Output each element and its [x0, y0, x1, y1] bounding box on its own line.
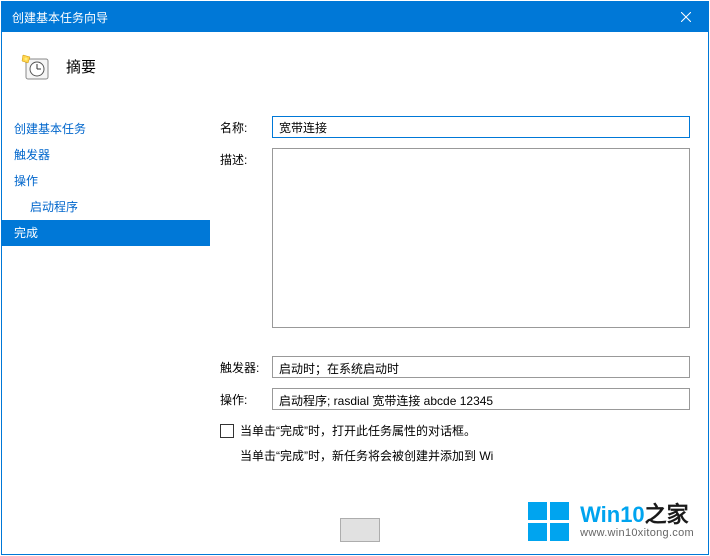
name-input[interactable] [272, 116, 690, 138]
sidebar-item-action[interactable]: 操作 [2, 168, 210, 194]
sidebar-item-start-program[interactable]: 启动程序 [2, 194, 210, 220]
action-label: 操作: [220, 388, 272, 408]
name-label: 名称: [220, 116, 272, 136]
window-title: 创建基本任务向导 [12, 9, 663, 26]
task-clock-icon [20, 51, 52, 83]
watermark-url: www.win10xitong.com [580, 527, 694, 539]
open-properties-checkbox[interactable] [220, 424, 234, 438]
titlebar: 创建基本任务向导 [2, 2, 708, 32]
action-value: 启动程序; rasdial 宽带连接 abcde 12345 [272, 388, 690, 410]
description-input[interactable] [272, 148, 690, 328]
trigger-label: 触发器: [220, 356, 272, 376]
close-button[interactable] [663, 2, 708, 32]
close-icon [681, 12, 691, 22]
description-label: 描述: [220, 148, 272, 168]
sidebar-item-create-task[interactable]: 创建基本任务 [2, 116, 210, 142]
wizard-header: 摘要 [2, 32, 708, 102]
watermark: Win10之家 www.win10xitong.com [526, 498, 694, 544]
windows-logo-icon [526, 498, 572, 544]
main-panel: 名称: 描述: 触发器: 启动时；在系统启动时 操作: 启动程序; rasdia… [210, 102, 708, 554]
sidebar-item-finish[interactable]: 完成 [2, 220, 210, 246]
finish-info-text: 当单击“完成”时，新任务将会被创建并添加到 Wi [240, 447, 690, 465]
open-properties-label: 当单击“完成”时，打开此任务属性的对话框。 [240, 422, 476, 439]
trigger-value: 启动时；在系统启动时 [272, 356, 690, 378]
sidebar-item-trigger[interactable]: 触发器 [2, 142, 210, 168]
watermark-brand: Win10之家 [580, 503, 694, 527]
page-title: 摘要 [66, 56, 96, 77]
wizard-steps-sidebar: 创建基本任务 触发器 操作 启动程序 完成 [2, 102, 210, 554]
wizard-button-partial[interactable] [340, 518, 380, 542]
